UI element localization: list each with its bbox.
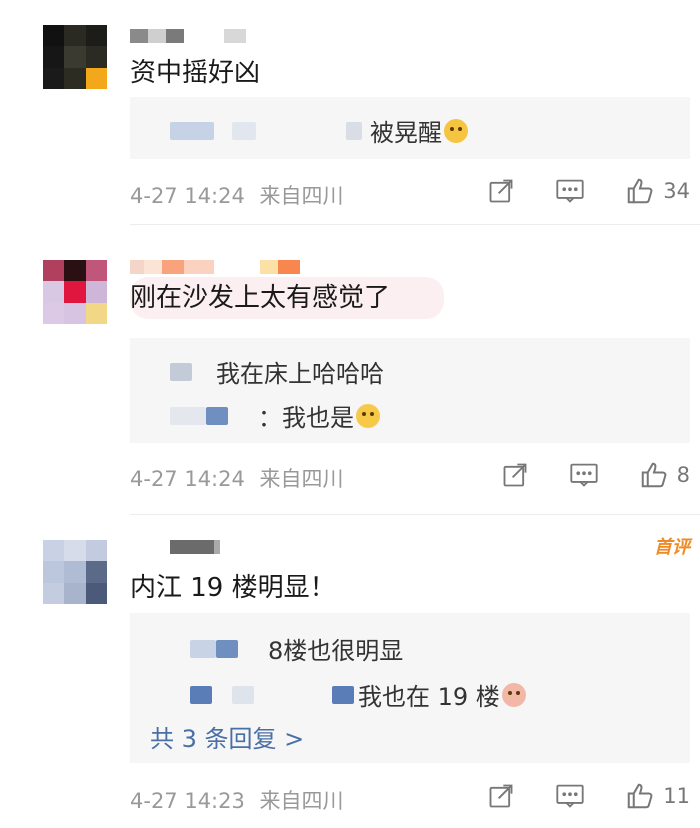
comment-1: 资中摇好凶 被晃醒 4-27 14:24 来自四川 34 bbox=[0, 0, 700, 225]
comment-text: 内江 19 楼明显！ bbox=[130, 573, 336, 603]
reply-line[interactable]: 被晃醒 bbox=[130, 113, 468, 148]
comment-text: 资中摇好凶 bbox=[130, 58, 261, 88]
avatar[interactable] bbox=[43, 540, 107, 604]
reply-line[interactable]: 8楼也很明显 bbox=[130, 631, 403, 666]
username-blurred[interactable] bbox=[130, 26, 246, 46]
reply-text: ：我也是 bbox=[258, 404, 354, 432]
comment-date: 4-27 14:24 bbox=[130, 184, 245, 208]
comment-icon bbox=[556, 179, 584, 203]
reply-button[interactable] bbox=[555, 782, 585, 810]
comment-2: 刚在沙发上太有感觉了 我在床上哈哈哈 ：我也是 4-27 14:24 来自四川 … bbox=[0, 225, 700, 515]
crying-face-emoji bbox=[444, 118, 468, 143]
laughing-tears-emoji bbox=[356, 403, 380, 428]
comment-date: 4-27 14:23 bbox=[130, 789, 245, 813]
username-blurred[interactable] bbox=[130, 537, 220, 557]
reply-text: 被晃醒 bbox=[370, 119, 442, 147]
like-count: 11 bbox=[663, 784, 690, 808]
comment-icon bbox=[570, 463, 598, 487]
comment-icon bbox=[556, 784, 584, 808]
share-icon bbox=[489, 179, 513, 203]
username-blurred[interactable] bbox=[130, 257, 300, 277]
comment-date: 4-27 14:24 bbox=[130, 467, 245, 491]
like-count: 8 bbox=[676, 463, 690, 487]
comment-actions: 11 bbox=[487, 781, 690, 811]
comment-actions: 34 bbox=[487, 176, 690, 206]
share-button[interactable] bbox=[487, 782, 515, 810]
comment-source: 来自四川 bbox=[259, 467, 344, 491]
like-count: 34 bbox=[663, 179, 690, 203]
comment-actions: 8 bbox=[501, 460, 690, 490]
comment-meta: 4-27 14:24 来自四川 bbox=[130, 180, 344, 210]
thumbs-up-icon bbox=[641, 462, 667, 488]
like-button[interactable]: 8 bbox=[639, 460, 690, 490]
like-button[interactable]: 34 bbox=[625, 176, 690, 206]
reply-line[interactable]: 我也在 19 楼 bbox=[130, 677, 526, 712]
reply-box[interactable]: 我在床上哈哈哈 ：我也是 bbox=[130, 338, 690, 443]
comment-source: 来自四川 bbox=[259, 789, 344, 813]
reply-text: 我在床上哈哈哈 bbox=[216, 360, 384, 388]
avatar[interactable] bbox=[43, 25, 107, 89]
share-icon bbox=[489, 784, 513, 808]
share-button[interactable] bbox=[487, 177, 515, 205]
replier-name-blurred[interactable] bbox=[170, 406, 206, 425]
comment-text-highlight: 刚在沙发上太有感觉了 bbox=[130, 277, 445, 319]
thumbs-up-icon bbox=[628, 178, 653, 204]
pig-face-emoji bbox=[501, 682, 526, 707]
avatar[interactable] bbox=[43, 260, 107, 324]
replier-name-blurred[interactable] bbox=[170, 121, 214, 140]
replier-name-blurred[interactable] bbox=[190, 639, 216, 658]
reply-line[interactable]: ：我也是 bbox=[130, 398, 380, 433]
thumbs-up-icon bbox=[628, 783, 653, 809]
view-more-replies-link[interactable]: 共 3 条回复 > bbox=[150, 719, 304, 754]
reply-box[interactable]: 被晃醒 bbox=[130, 97, 690, 159]
reply-text: 我也在 19 楼 bbox=[358, 683, 500, 711]
replier-name-blurred[interactable] bbox=[190, 685, 212, 704]
share-icon bbox=[503, 463, 527, 487]
comment-meta: 4-27 14:24 来自四川 bbox=[130, 463, 344, 493]
first-comment-badge: 首评 bbox=[654, 537, 690, 558]
reply-text: 8楼也很明显 bbox=[268, 637, 404, 665]
comment-3: 首评 内江 19 楼明显！ 8楼也很明显 我也在 19 楼 共 3 条回复 > … bbox=[0, 515, 700, 828]
share-button[interactable] bbox=[501, 461, 529, 489]
reply-box[interactable]: 8楼也很明显 我也在 19 楼 共 3 条回复 > bbox=[130, 613, 690, 763]
reply-button[interactable] bbox=[555, 177, 585, 205]
comment-source: 来自四川 bbox=[259, 184, 344, 208]
replier-name-blurred[interactable] bbox=[170, 362, 192, 381]
comment-text: 刚在沙发上太有感觉了 bbox=[130, 277, 445, 319]
reply-line[interactable]: 我在床上哈哈哈 bbox=[130, 354, 384, 389]
like-button[interactable]: 11 bbox=[625, 781, 690, 811]
reply-button[interactable] bbox=[569, 461, 599, 489]
comment-meta: 4-27 14:23 来自四川 bbox=[130, 785, 344, 815]
